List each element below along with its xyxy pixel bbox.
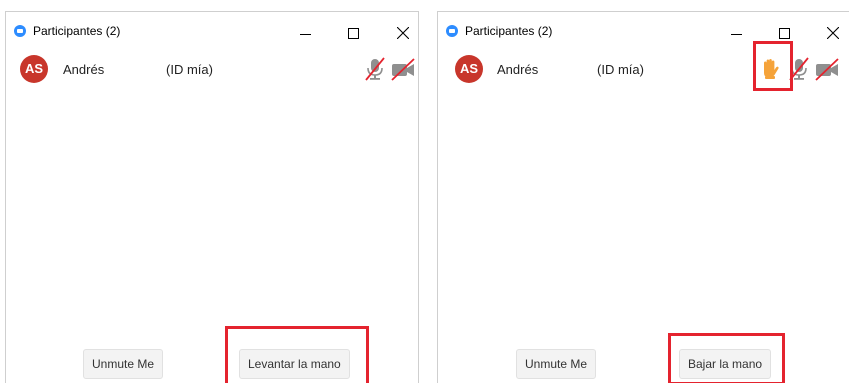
close-button[interactable] [816, 16, 849, 46]
zoom-logo-icon [446, 25, 458, 37]
avatar: AS [20, 55, 48, 83]
minimize-button[interactable] [720, 16, 754, 46]
mic-muted-icon [365, 57, 385, 81]
avatar: AS [455, 55, 483, 83]
window-title: Participantes (2) [33, 24, 121, 38]
zoom-logo-icon [14, 25, 26, 37]
highlight-raise-hand [225, 326, 369, 383]
close-icon [397, 27, 409, 39]
video-off-icon [391, 58, 415, 81]
participant-row[interactable]: AS Andrés (ID mía) [6, 55, 418, 87]
participant-tag: (ID mía) [166, 62, 213, 77]
highlight-raised-hand [753, 41, 793, 91]
minimize-button[interactable] [289, 16, 323, 46]
close-icon [827, 27, 839, 39]
maximize-button[interactable] [337, 16, 371, 46]
close-button[interactable] [386, 16, 418, 46]
participant-name: Andrés [497, 62, 539, 77]
participant-name: Andrés [63, 62, 105, 77]
participant-tag: (ID mía) [597, 62, 644, 77]
window-title: Participantes (2) [465, 24, 553, 38]
unmute-me-button[interactable]: Unmute Me [516, 349, 597, 379]
title-bar[interactable]: Participantes (2) [6, 12, 418, 46]
highlight-lower-hand [668, 333, 785, 383]
unmute-me-button[interactable]: Unmute Me [83, 349, 164, 379]
video-off-icon [815, 58, 839, 81]
